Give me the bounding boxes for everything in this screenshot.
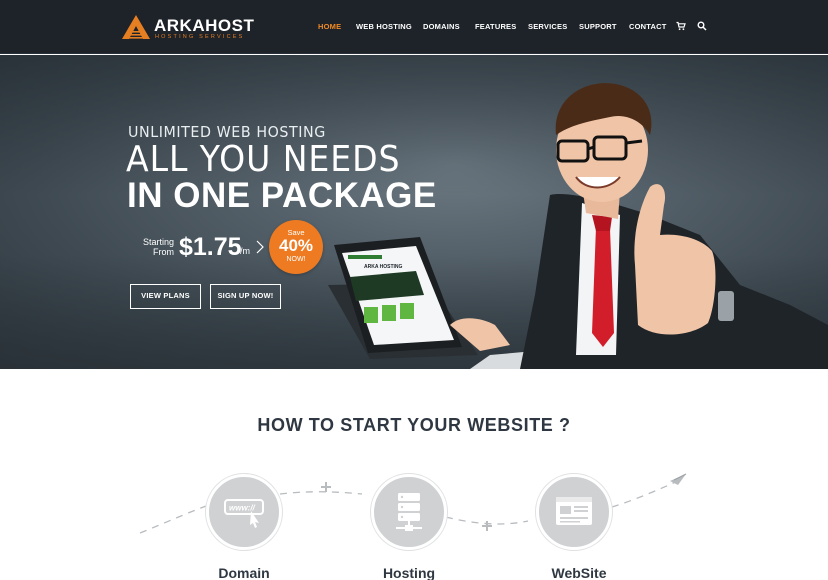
chevron-right-icon [256, 240, 264, 254]
save-badge-bottom: NOW! [286, 256, 306, 263]
www-icon-text: www:// [229, 504, 256, 513]
site-header: ARKAHOST HOSTING SERVICES HOME WEB HOSTI… [0, 0, 828, 54]
hero-banner: ARKA HOSTING UNLIMITED WEB HOSTING ALL Y… [0, 55, 828, 369]
nav-services[interactable]: SERVICES [528, 22, 567, 31]
save-badge-value: 40% [278, 236, 314, 255]
price-prefix-line1: Starting [142, 237, 174, 247]
hero-headline-line2: IN ONE PACKAGE [127, 176, 437, 215]
view-plans-button[interactable]: VIEW PLANS [130, 284, 201, 309]
cart-icon[interactable] [676, 21, 686, 31]
step-label-hosting: Hosting [382, 565, 436, 580]
hero-headline-line1: ALL YOU NEEDS [126, 139, 401, 180]
nav-features[interactable]: FEATURES [475, 22, 516, 31]
website-icon [556, 497, 592, 525]
server-icon [396, 493, 422, 531]
step-label-domain: Domain [218, 565, 270, 580]
price-amount: $1.75 [179, 233, 242, 261]
logo[interactable]: ARKAHOST HOSTING SERVICES [121, 14, 255, 42]
price-prefix: Starting From [142, 237, 174, 257]
brand-tagline: HOSTING SERVICES [155, 34, 245, 40]
logo-mark-icon [122, 15, 150, 39]
domain-step-circle: www:// [206, 474, 282, 550]
laptop-screen-heading: ARKA HOSTING [364, 264, 403, 270]
sign-up-button[interactable]: SIGN UP NOW! [210, 284, 281, 309]
price-unit: /m [240, 246, 250, 256]
save-badge: Save 40% NOW! [269, 220, 323, 274]
price-prefix-line2: From [153, 247, 174, 257]
nav-contact[interactable]: CONTACT [629, 22, 667, 31]
nav-support[interactable]: SUPPORT [579, 22, 617, 31]
nav-web-hosting[interactable]: WEB HOSTING [356, 22, 412, 31]
search-icon[interactable] [697, 21, 707, 31]
www-icon: www:// [224, 499, 264, 528]
nav-home[interactable]: HOME [318, 22, 341, 31]
section-title: HOW TO START YOUR WEBSITE ? [257, 415, 571, 435]
step-label-website: WebSite [551, 565, 607, 580]
nav-domains[interactable]: DOMAINS [423, 22, 460, 31]
website-step-circle [536, 474, 612, 550]
brand-name: ARKAHOST [154, 16, 255, 35]
hosting-step-circle [371, 474, 447, 550]
